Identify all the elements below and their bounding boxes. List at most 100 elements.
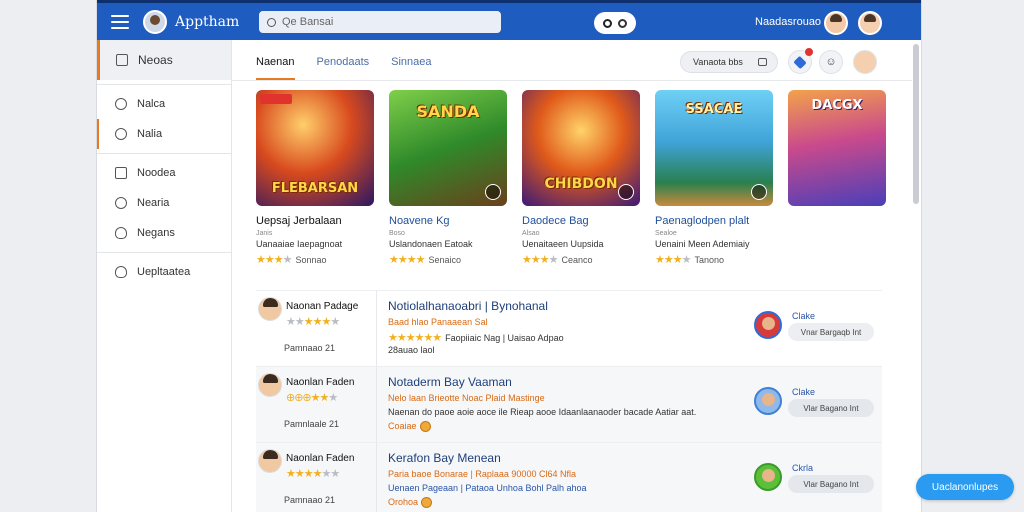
rating-stars: ★★★★ xyxy=(389,254,425,266)
review-item: Naonlan Faden ⊕⊕⊕★★★ Pamnlaale 21 Notade… xyxy=(256,366,882,442)
rating-stars: ★★★★★★ xyxy=(388,332,442,344)
tab-penodaats[interactable]: Penodaats xyxy=(317,52,370,80)
reply-name: Clake xyxy=(792,311,816,321)
card-title: Uepsaj Jerbalaan xyxy=(256,215,342,227)
reviewer-avatar xyxy=(258,373,282,397)
user-avatar[interactable] xyxy=(824,11,848,35)
rating-stars: ★★★★★★ xyxy=(286,468,340,480)
square-icon xyxy=(116,54,128,66)
tag-icon xyxy=(758,58,767,66)
sidebar-item-label: Negans xyxy=(137,227,175,239)
review-divider xyxy=(376,367,377,442)
profile-avatar[interactable] xyxy=(858,11,882,35)
search-input[interactable]: Qe Bansai xyxy=(259,11,501,33)
emoji-button[interactable]: ☺ xyxy=(819,50,843,74)
search-icon xyxy=(603,18,612,28)
filter-label: Vanaota bbs xyxy=(693,57,743,67)
card-title: Noavene Kg xyxy=(389,215,450,227)
reviewer-avatar xyxy=(258,449,282,473)
circle-icon xyxy=(115,98,127,110)
review-meta: Pamnaao 21 xyxy=(284,343,336,353)
card-rating: ★★★★ Senaico xyxy=(389,253,507,266)
review-line: Baad hlao Panaaean Sal xyxy=(388,317,488,327)
search-button[interactable] xyxy=(594,12,636,34)
review-title: Notaderm Bay Vaaman xyxy=(388,375,512,389)
heart-icon xyxy=(115,227,127,239)
game-logo-text: SANDA xyxy=(416,102,480,121)
tab-naenan[interactable]: Naenan xyxy=(256,52,295,80)
game-cover-image[interactable]: DACGX xyxy=(788,90,886,206)
app-window: Apptham Qe Bansai Naadasrouao Neoas Nalc… xyxy=(96,0,922,512)
game-logo-text: FLEBARSAN xyxy=(271,181,359,196)
reply-avatar xyxy=(754,311,782,339)
badge-ribbon xyxy=(260,94,292,104)
reply-button[interactable]: Vnar Bargaqb Int xyxy=(788,323,874,341)
sidebar-item-negans[interactable]: Negans xyxy=(97,218,231,248)
game-card[interactable]: DACGX xyxy=(788,90,886,266)
sidebar-item-nalia[interactable]: Nalia xyxy=(97,119,231,149)
tab-bar: Naenan Penodaats Sinnaea xyxy=(256,52,454,80)
rating-label: Ceanco xyxy=(561,254,593,265)
game-cover-image[interactable]: SANDA xyxy=(389,90,507,206)
rating-stars: ★★★★ xyxy=(256,254,292,266)
menu-icon[interactable] xyxy=(111,14,129,29)
rating-label: Sonnao xyxy=(295,254,327,265)
game-cover-image[interactable]: FLEBARSAN xyxy=(256,90,374,206)
reviewer-name: Naonlan Faden xyxy=(286,377,355,388)
card-rating: ★★★★ Ceanco xyxy=(522,253,640,266)
review-line: Naenan do paoe aoie aoce ile Rieap aooe … xyxy=(388,407,697,417)
review-item: Naonan Padage ★★★★★★ Pamnaao 21 Notiolal… xyxy=(256,290,882,366)
sidebar-divider xyxy=(97,84,231,85)
rating-stars: ★★★★★★ xyxy=(286,316,340,328)
reply-button[interactable]: Vlar Bagano Int xyxy=(788,475,874,493)
scrollbar[interactable] xyxy=(913,44,919,204)
card-subtitle: Uenaitaeen Uupsida xyxy=(522,239,604,249)
heart-icon xyxy=(793,55,807,69)
card-subtitle: Uslandonaen Eatoak xyxy=(389,239,473,249)
game-cover-image[interactable]: CHIBDON xyxy=(522,90,640,206)
sidebar-item-nalca[interactable]: Nalca xyxy=(97,89,231,119)
game-card[interactable]: SANDA Noavene Kg Boso Uslandonaen Eatoak… xyxy=(389,90,507,266)
reply-name: Clake xyxy=(792,387,816,397)
sidebar-item-label: Nalia xyxy=(137,128,163,140)
reply-name: Ckrla xyxy=(792,463,814,473)
reply-avatar xyxy=(754,463,782,491)
reply-button[interactable]: Vlar Bagano Int xyxy=(788,399,874,417)
search-icon xyxy=(267,17,276,27)
rating-stars: ⊕⊕⊕★★★ xyxy=(286,392,338,404)
sidebar-item-neoas[interactable]: Neoas xyxy=(97,40,231,80)
sidebar-divider xyxy=(97,153,231,154)
rating-label: Tanono xyxy=(694,254,724,265)
smile-icon: ☺ xyxy=(825,56,837,68)
account-avatar[interactable] xyxy=(853,50,877,74)
card-subtitle: Uenaini Meen Ademiaiy xyxy=(655,239,750,249)
play-icon[interactable] xyxy=(485,184,501,200)
tab-sinnaea[interactable]: Sinnaea xyxy=(391,52,431,80)
sidebar: Neoas Nalca Nalia Noodea Nearia Negans U… xyxy=(97,40,232,512)
reviewer-avatar xyxy=(258,297,282,321)
review-title: Kerafon Bay Menean xyxy=(388,451,501,465)
filter-dropdown[interactable]: Vanaota bbs xyxy=(680,51,778,73)
sidebar-item-noodea[interactable]: Noodea xyxy=(97,158,231,188)
sidebar-item-uepltaatea[interactable]: Uepltaatea xyxy=(97,257,231,287)
card-tiny-text: Janis xyxy=(256,230,273,237)
play-icon[interactable] xyxy=(618,184,634,200)
sidebar-divider xyxy=(97,252,231,253)
coin-icon xyxy=(419,421,431,433)
game-card[interactable]: CHIBDON Daodece Bag Alsao Uenaitaeen Uup… xyxy=(522,90,640,266)
sidebar-item-label: Nearia xyxy=(137,197,170,209)
card-tiny-text: Sealoe xyxy=(655,230,677,237)
sidebar-item-nearia[interactable]: Nearia xyxy=(97,188,231,218)
play-icon[interactable] xyxy=(751,184,767,200)
sidebar-item-label: Neoas xyxy=(138,53,173,67)
game-card[interactable]: FLEBARSAN Uepsaj Jerbalaan Janis Uanaaia… xyxy=(256,90,374,266)
game-cover-image[interactable]: SSACAE xyxy=(655,90,773,206)
heart-icon xyxy=(115,266,127,278)
app-name: Apptham xyxy=(175,13,240,30)
main-content: Naenan Penodaats Sinnaea Vanaota bbs ☺ F… xyxy=(232,40,912,512)
notifications-button[interactable] xyxy=(788,48,813,74)
floating-action-button[interactable]: Uaclanonlupes xyxy=(916,474,1014,500)
search-placeholder: Qe Bansai xyxy=(282,16,334,28)
game-logo-text: SSACAE xyxy=(685,102,743,117)
game-card[interactable]: SSACAE Paenaglodpen plalt Sealoe Uenaini… xyxy=(655,90,773,266)
